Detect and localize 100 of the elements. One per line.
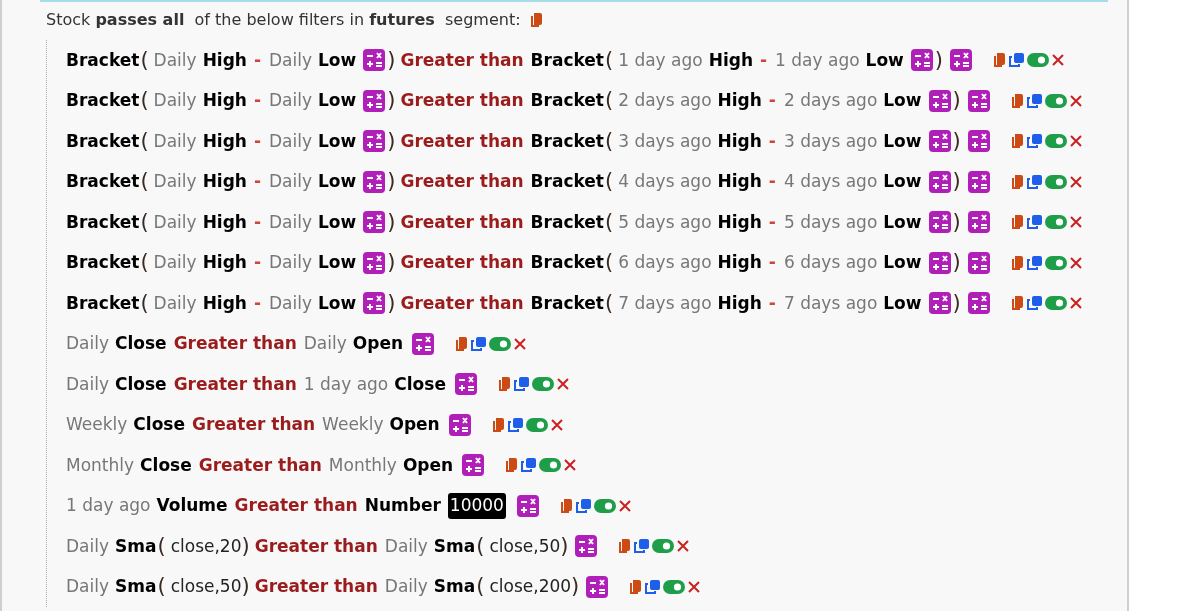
operator[interactable]: Greater than (400, 47, 524, 73)
field-name[interactable]: High (202, 290, 247, 316)
number-value[interactable]: 10000 (447, 493, 506, 519)
minus-operator[interactable]: - (253, 209, 261, 235)
close-icon[interactable] (550, 418, 563, 431)
timeframe[interactable]: Daily (269, 128, 313, 154)
copy-icon[interactable] (1009, 295, 1025, 312)
field-name[interactable]: High (717, 209, 762, 235)
field-name[interactable]: Close (140, 452, 192, 478)
timeframe[interactable]: Daily (269, 290, 313, 316)
calculator-icon[interactable] (967, 292, 990, 315)
field-name[interactable]: Bracket (530, 290, 604, 316)
timeframe[interactable]: Monthly (328, 452, 397, 478)
copy-icon[interactable] (504, 457, 520, 474)
calculator-icon[interactable] (967, 170, 990, 193)
timeframe[interactable]: 7 days ago (783, 290, 878, 316)
field-name[interactable]: Sma (433, 574, 476, 600)
field-name[interactable]: Close (133, 412, 185, 438)
field-name[interactable]: Open (389, 412, 440, 438)
field-name[interactable]: Bracket (66, 209, 140, 235)
field-name[interactable]: Close (115, 331, 167, 357)
field-name[interactable]: Low (883, 169, 922, 195)
minus-operator[interactable]: - (768, 290, 776, 316)
copy-icon[interactable] (1009, 173, 1025, 190)
close-icon[interactable] (1069, 94, 1082, 107)
field-name[interactable]: Low (865, 47, 904, 73)
field-name[interactable]: High (202, 88, 247, 114)
field-name[interactable]: Low (318, 250, 357, 276)
timeframe[interactable]: 2 days ago (618, 88, 712, 114)
duplicate-icon[interactable] (1025, 254, 1043, 271)
toggle-switch[interactable] (1044, 296, 1067, 311)
calculator-icon[interactable] (448, 413, 471, 436)
duplicate-icon[interactable] (1025, 295, 1043, 312)
timeframe[interactable]: Daily (269, 209, 313, 235)
operator[interactable]: Greater than (400, 209, 524, 235)
duplicate-icon[interactable] (506, 416, 524, 433)
copy-icon[interactable] (1009, 133, 1025, 150)
calculator-icon[interactable] (967, 251, 990, 274)
field-name[interactable]: High (202, 47, 247, 73)
close-icon[interactable] (618, 499, 631, 512)
field-name[interactable]: Bracket (66, 169, 140, 195)
field-name[interactable]: Low (318, 47, 357, 73)
close-icon[interactable] (514, 337, 527, 350)
field-name[interactable]: Bracket (530, 169, 604, 195)
operator[interactable]: Greater than (254, 533, 378, 559)
field-name[interactable]: Bracket (530, 209, 604, 235)
timeframe[interactable]: Daily (66, 574, 109, 600)
field-name[interactable]: Sma (115, 533, 157, 559)
timeframe[interactable]: Monthly (66, 452, 135, 478)
timeframe[interactable]: 1 day ago (66, 493, 151, 519)
field-name[interactable]: High (717, 128, 762, 154)
copy-icon[interactable] (454, 335, 470, 352)
timeframe[interactable]: Daily (66, 331, 109, 357)
minus-operator[interactable]: - (253, 169, 261, 195)
timeframe[interactable]: 6 days ago (783, 250, 878, 276)
minus-operator[interactable]: - (768, 128, 776, 154)
operator[interactable]: Greater than (400, 169, 524, 195)
minus-operator[interactable]: - (253, 88, 261, 114)
field-name[interactable]: High (202, 128, 247, 154)
calculator-icon[interactable] (462, 454, 485, 477)
timeframe[interactable]: 4 days ago (783, 169, 878, 195)
duplicate-icon[interactable] (520, 457, 538, 474)
field-name[interactable]: Low (883, 250, 922, 276)
field-name[interactable]: High (202, 250, 247, 276)
operator[interactable]: Greater than (173, 331, 297, 357)
operator[interactable]: Greater than (400, 88, 524, 114)
copy-icon[interactable] (992, 52, 1007, 69)
parameters[interactable]: close,200 (489, 574, 572, 600)
copy-icon[interactable] (1009, 214, 1025, 231)
field-name[interactable]: Bracket (66, 290, 140, 316)
timeframe[interactable]: 7 days ago (618, 290, 712, 316)
field-name[interactable]: Bracket (530, 47, 604, 73)
duplicate-icon[interactable] (574, 497, 592, 514)
duplicate-icon[interactable] (1025, 173, 1043, 190)
timeframe[interactable]: Daily (153, 47, 197, 73)
calculator-icon[interactable] (363, 89, 386, 112)
minus-operator[interactable]: - (760, 47, 768, 73)
calculator-icon[interactable] (363, 251, 386, 274)
toggle-switch[interactable] (1044, 134, 1067, 149)
calculator-icon[interactable] (575, 535, 598, 558)
field-name[interactable]: Bracket (530, 250, 604, 276)
toggle-switch[interactable] (1027, 53, 1049, 68)
calculator-icon[interactable] (967, 211, 990, 234)
close-icon[interactable] (1069, 135, 1082, 148)
timeframe[interactable]: Daily (153, 209, 197, 235)
calculator-icon[interactable] (454, 373, 477, 396)
timeframe[interactable]: 4 days ago (618, 169, 712, 195)
timeframe[interactable]: Daily (269, 88, 313, 114)
calculator-icon[interactable] (516, 494, 539, 517)
field-name[interactable]: High (717, 250, 762, 276)
calculator-icon[interactable] (928, 251, 951, 274)
minus-operator[interactable]: - (768, 88, 776, 114)
copy-icon[interactable] (558, 497, 574, 514)
timeframe[interactable]: Daily (153, 250, 197, 276)
close-icon[interactable] (1052, 54, 1064, 67)
close-icon[interactable] (1069, 216, 1082, 229)
duplicate-icon[interactable] (633, 538, 651, 555)
timeframe[interactable]: Daily (303, 331, 347, 357)
toggle-switch[interactable] (531, 377, 554, 392)
operator[interactable]: Greater than (400, 128, 524, 154)
